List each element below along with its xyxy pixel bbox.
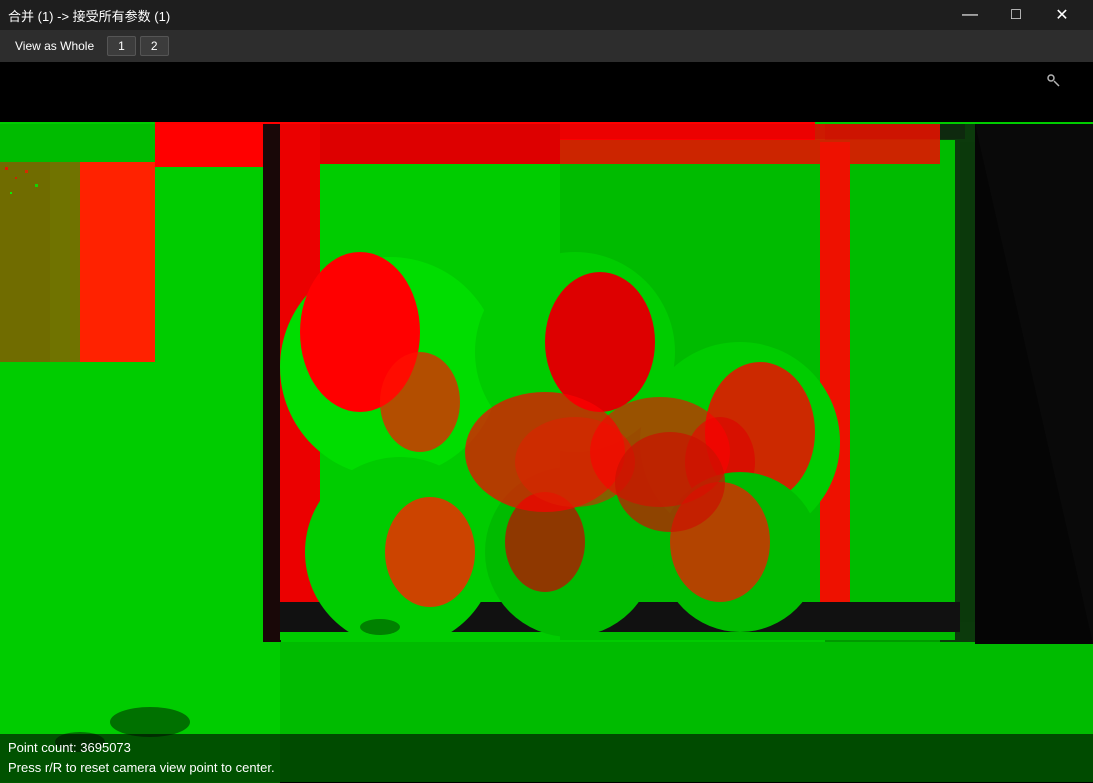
maximize-button[interactable]: □ [993, 0, 1039, 30]
window-controls: — □ ✕ [947, 0, 1085, 30]
point-count-label: Point count: 3695073 [8, 738, 1085, 758]
window-title: 合并 (1) -> 接受所有参数 (1) [8, 6, 170, 25]
tab-1-button[interactable]: 1 [107, 36, 136, 56]
title-bar: 合并 (1) -> 接受所有参数 (1) — □ ✕ [0, 0, 1093, 30]
tab-2-button[interactable]: 2 [140, 36, 169, 56]
point-cloud-viewport: Point count: 3695073 Press r/R to reset … [0, 62, 1093, 783]
close-button[interactable]: ✕ [1039, 0, 1085, 30]
point-cloud-svg [0, 62, 1093, 783]
corner-decoration [1043, 70, 1063, 90]
status-bar: Point count: 3695073 Press r/R to reset … [0, 734, 1093, 783]
toolbar: View as Whole 1 2 [0, 30, 1093, 62]
view-as-whole-button[interactable]: View as Whole [6, 36, 103, 56]
hint-label: Press r/R to reset camera view point to … [8, 758, 1085, 778]
minimize-button[interactable]: — [947, 0, 993, 30]
